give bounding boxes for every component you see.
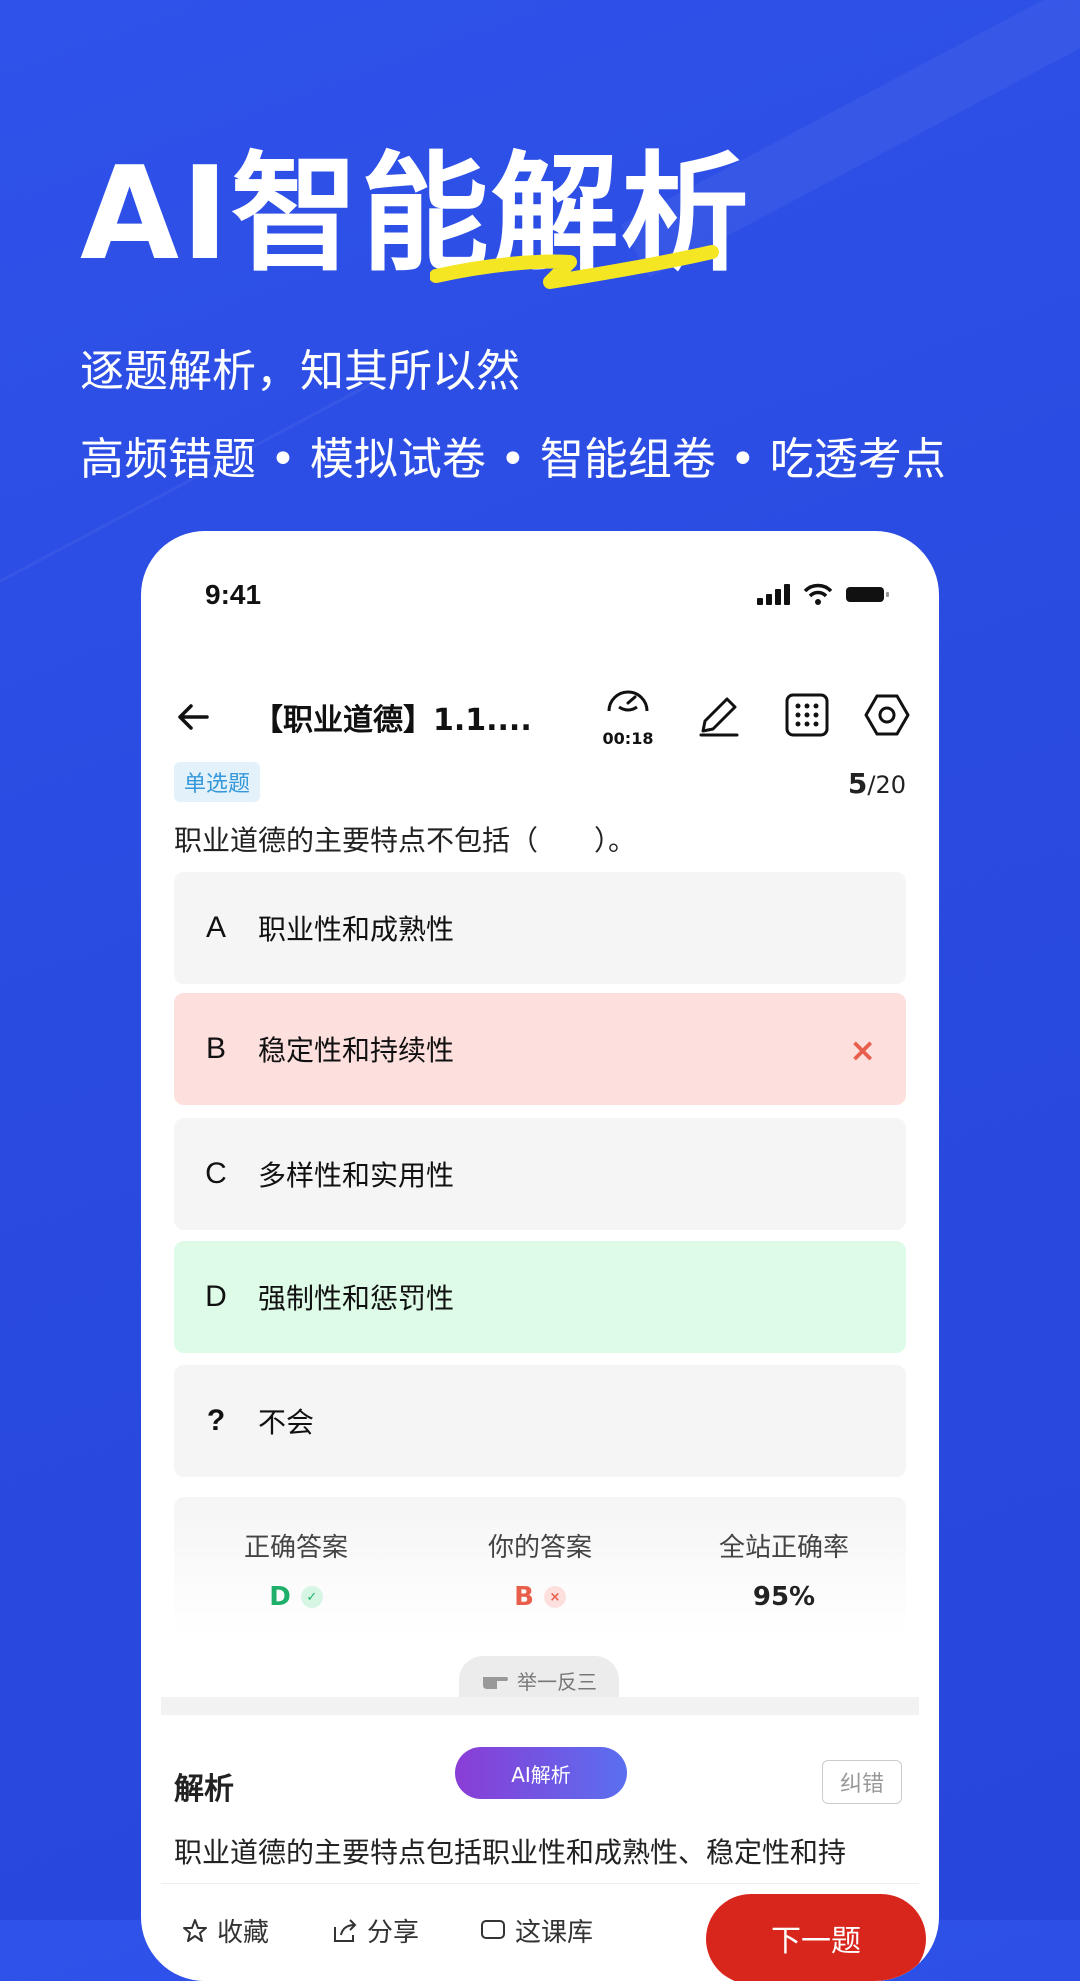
share-button[interactable]: 分享 [331,1912,419,1949]
favorite-button[interactable]: 收藏 [181,1912,269,1949]
option-letter: D [205,1280,227,1313]
stat-label: 正确答案 [243,1533,348,1563]
page-title: 【职业道德】1.1.... [253,703,532,738]
hero-feature-list: 高频错题 • 模拟试卷 • 智能组卷 • 吃透考点 [80,434,946,485]
question-text: 职业道德的主要特点不包括（ ）。 [174,824,637,857]
option-dont-know[interactable]: ? 不会 [174,1365,906,1477]
share-icon [334,1918,357,1942]
your-answer-value: B [514,1582,534,1612]
bottom-action-bar: 收藏 分享 这课库 下一题 [161,1883,926,1981]
grid-icon [785,693,829,737]
top-nav-bar: 【职业道德】1.1.... 00:18 [141,671,939,761]
settings-hex-icon [864,694,910,736]
stat-value: 95% [662,1582,906,1612]
timer-icon [607,690,649,712]
report-error-button[interactable]: 纠错 [822,1760,902,1804]
analysis-text: 职业道德的主要特点包括职业性和成熟性、稳定性和持 [174,1836,847,1869]
stat-site-rate: 全站正确率 95% [662,1527,906,1612]
option-text: 稳定性和持续性 [258,1034,455,1067]
star-icon [183,1918,207,1942]
stat-correct-answer: 正确答案 D ✓ [174,1527,418,1612]
battery-icon [846,587,889,602]
stat-label: 全站正确率 [718,1533,849,1563]
pencil-icon [699,697,739,737]
timer-text: 00:18 [602,729,654,748]
option-text: 职业性和成熟性 [258,913,455,946]
pointing-hand-icon [483,1677,508,1689]
correct-answer-value: D [269,1582,291,1612]
stat-value: D ✓ [174,1582,418,1612]
hero-subtitle: 逐题解析，知其所以然 [80,346,520,397]
timer-button[interactable]: 00:18 [598,685,658,748]
arrow-left-icon[interactable] [171,695,215,739]
option-text: 不会 [258,1406,315,1439]
stat-value: B × [418,1582,662,1612]
similar-questions-label: 举一反三 [517,1669,597,1694]
edit-button[interactable] [689,685,749,745]
option-d[interactable]: D 强制性和惩罚性 [174,1241,906,1353]
check-icon: ✓ [300,1586,323,1608]
option-letter: C [205,1157,227,1190]
signal-icon [757,584,790,605]
status-icons [757,583,891,605]
analysis-title: 解析 [174,1772,234,1807]
share-label: 分享 [367,1918,420,1948]
ai-analysis-button[interactable]: AI解析 [455,1747,627,1799]
wifi-icon [803,583,833,605]
stat-your-answer: 你的答案 B × [418,1527,662,1612]
class-library-button[interactable]: 这课库 [479,1912,593,1949]
option-c[interactable]: C 多样性和实用性 [174,1118,906,1230]
section-divider [161,1697,919,1715]
class-library-label: 这课库 [515,1918,594,1948]
wrong-mark-icon: × [849,1031,876,1069]
current-question-number: 5 [847,767,868,800]
highlight-underline [430,245,719,289]
stat-label: 你的答案 [487,1533,592,1563]
cross-icon: × [543,1586,566,1608]
total-questions: /20 [867,771,906,799]
chat-icon [481,1919,505,1939]
phone-mockup: 9:41 【职业道德】1.1.... 00:18 单选题 5/20 职业道德的主… [141,531,939,1981]
question-progress: 5/20 [848,767,906,800]
rate-value: 95% [752,1582,816,1612]
option-a[interactable]: A 职业性和成熟性 [174,872,906,984]
favorite-label: 收藏 [217,1918,270,1948]
option-letter: ? [206,1404,226,1437]
option-letter: A [205,911,226,944]
settings-button[interactable] [857,685,917,745]
option-letter: B [205,1032,226,1065]
answer-sheet-button[interactable] [777,685,837,745]
option-text: 多样性和实用性 [258,1159,455,1192]
status-time: 9:41 [205,579,262,610]
question-type-badge: 单选题 [174,762,261,802]
option-text: 强制性和惩罚性 [258,1282,455,1315]
next-question-button[interactable]: 下一题 [706,1894,926,1981]
answer-stats-panel: 正确答案 D ✓ 你的答案 B × 全站正确率 95% [174,1497,906,1635]
option-b[interactable]: B 稳定性和持续性 × [174,993,906,1105]
